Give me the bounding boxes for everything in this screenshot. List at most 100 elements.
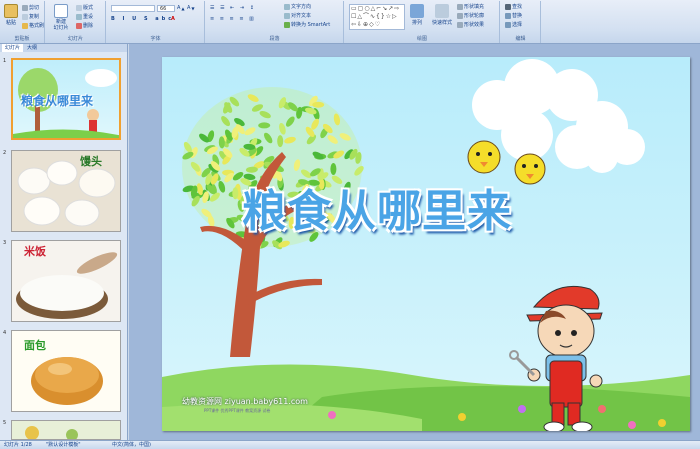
slide-title[interactable]: 粮食从哪里来 — [242, 175, 512, 239]
chick-right — [514, 153, 546, 185]
paste-icon — [4, 4, 18, 18]
current-slide[interactable]: 粮食从哪里来 幼教资源网 ziyuan.baby611.com PPT课件 优秀… — [162, 57, 690, 431]
new-slide-button[interactable]: 新建 幻灯片 — [50, 4, 72, 31]
panel-tabs: 幻灯片 大纲 — [0, 44, 127, 52]
shape-outline-button[interactable]: 形状轮廓 — [457, 12, 484, 19]
font-name-select[interactable] — [111, 5, 155, 12]
align-buttons[interactable]: ≡ ≡ ≡ ≡ ▥ — [210, 16, 256, 22]
slide-editor: 粮食从哪里来 幼教资源网 ziyuan.baby611.com PPT课件 优秀… — [129, 44, 700, 440]
theme-name: "默认设计模板" — [46, 442, 81, 448]
paragraph-group-label: 段落 — [269, 36, 280, 42]
bullets-button[interactable]: ☰ ☰ ⇤ ⇥ ↕ — [210, 5, 256, 11]
chick-left — [467, 140, 501, 174]
slide-thumbnail-row[interactable]: 3 米饭 — [0, 240, 128, 326]
slide-artwork — [162, 59, 690, 431]
slide-thumbnail-row[interactable]: 5 — [0, 420, 128, 440]
status-bar: 幻灯片 1/28 "默认设计模板" 中文(简体，中国) — [0, 440, 700, 449]
font-group-label: 字体 — [150, 36, 161, 42]
slides-panel: 幻灯片 大纲 1 粮食从哪里来 2 馒头 3 米饭 4 面包 5 — [0, 44, 128, 440]
watermark-credit: 幼教资源网 ziyuan.baby611.com — [182, 397, 308, 406]
slide-thumbnail-row[interactable]: 2 馒头 — [0, 150, 128, 236]
delete-button[interactable]: 删除 — [76, 22, 93, 29]
font-grow-button[interactable]: A ▲ — [177, 5, 185, 11]
cut-button[interactable]: 剪切 — [22, 4, 39, 11]
slide-number: 1 — [3, 58, 7, 64]
reset-button[interactable]: 重设 — [76, 13, 93, 20]
thumbnail-1-title: 粮食从哪里来 — [21, 94, 94, 108]
slide-number: 2 — [3, 150, 7, 156]
outline-icon — [457, 12, 463, 19]
thumbnail-5-art — [25, 426, 78, 439]
layout-button[interactable]: 版式 — [76, 4, 93, 11]
thumbnail-3-caption: 米饭 — [24, 245, 46, 258]
font-color-button[interactable]: A — [171, 16, 175, 22]
slides-group: 新建 幻灯片 版式 重设 删除 幻灯片 — [46, 1, 106, 43]
tab-slides[interactable]: 幻灯片 — [2, 44, 24, 52]
fill-icon — [457, 3, 463, 10]
copy-button[interactable]: 复制 — [22, 13, 39, 20]
paragraph-group: ☰ ☰ ⇤ ⇥ ↕ ≡ ≡ ≡ ≡ ▥ 文字方向 对齐文本 转换为 SmartA… — [206, 1, 344, 43]
slide-thumbnail[interactable]: 粮食从哪里来 — [11, 58, 121, 140]
select-button[interactable]: 选择 — [505, 21, 522, 28]
delete-icon — [76, 22, 82, 29]
clipboard-group-label: 剪贴板 — [14, 36, 30, 42]
ribbon: 粘贴 剪切 复制 格式刷 剪贴板 新建 幻灯片 版式 重设 删除 幻灯片 66 … — [0, 0, 700, 44]
align-text-icon — [284, 12, 290, 19]
shape-effects-button[interactable]: 形状效果 — [457, 21, 484, 28]
slide-number: 5 — [3, 420, 7, 426]
arrange-icon — [410, 4, 424, 18]
align-text-button[interactable]: 对齐文本 — [284, 12, 311, 19]
slide-number: 3 — [3, 240, 7, 246]
editing-group-label: 编辑 — [515, 36, 526, 42]
new-slide-icon — [54, 4, 68, 18]
drawing-group-label: 绘图 — [416, 36, 427, 42]
font-group: 66 A ▲ A ▼ B I U S abc A 字体 — [107, 1, 205, 43]
brush-icon — [22, 22, 28, 29]
watermark-subtext: PPT课件 优秀PPT课件 教案资源 试卷 — [204, 408, 271, 413]
slide-thumbnail-row[interactable]: 4 面包 — [0, 330, 128, 416]
slide-thumbnail[interactable]: 面包 — [11, 330, 121, 412]
reset-icon — [76, 13, 82, 20]
slide-thumbnail[interactable]: 米饭 — [11, 240, 121, 322]
paste-button[interactable]: 粘贴 — [2, 4, 20, 26]
thumbnail-2-art — [12, 151, 120, 231]
text-direction-button[interactable]: 文字方向 — [284, 3, 311, 10]
shapes-gallery[interactable]: ▭▢○△⌐↘↗⇨ ☐△⌒∿{}☆▷ ⇦⇩⊕◇♡ — [349, 4, 405, 30]
thumbnail-4-caption: 面包 — [24, 339, 46, 352]
slide-thumbnail[interactable]: 馒头 — [11, 150, 121, 232]
format-painter-button[interactable]: 格式刷 — [22, 22, 44, 29]
find-button[interactable]: 查找 — [505, 3, 522, 10]
replace-button[interactable]: 替换 — [505, 12, 522, 19]
arrange-button[interactable]: 排列 — [408, 4, 426, 26]
slides-group-label: 幻灯片 — [67, 36, 83, 42]
layout-icon — [76, 4, 82, 11]
convert-smartart-button[interactable]: 转换为 SmartArt — [284, 21, 330, 28]
clipboard-group: 粘贴 剪切 复制 格式刷 剪贴板 — [0, 1, 45, 43]
copy-icon — [22, 13, 28, 20]
text-direction-icon — [284, 3, 290, 10]
effects-icon — [457, 21, 463, 28]
slide-number: 4 — [3, 330, 7, 336]
slide-thumbnail-row[interactable]: 1 粮食从哪里来 — [0, 58, 128, 144]
drawing-group: ▭▢○△⌐↘↗⇨ ☐△⌒∿{}☆▷ ⇦⇩⊕◇♡ 排列 快速样式 形状填充 形状轮廓 … — [345, 1, 500, 43]
shape-fill-button[interactable]: 形状填充 — [457, 3, 484, 10]
quick-styles-icon — [435, 4, 449, 18]
language-indicator[interactable]: 中文(简体，中国) — [112, 441, 151, 449]
font-size-select[interactable]: 66 — [157, 5, 175, 12]
leaf — [330, 163, 337, 175]
leaf — [312, 101, 325, 108]
slide-thumbnail[interactable] — [11, 420, 121, 440]
leaf — [232, 187, 239, 200]
smartart-icon — [284, 21, 290, 28]
leaf — [277, 135, 284, 148]
editing-group: 查找 替换 选择 编辑 — [501, 1, 541, 43]
replace-icon — [505, 12, 511, 19]
slide-counter: 幻灯片 1/28 — [4, 442, 32, 448]
font-style-buttons[interactable]: B I U S abc — [111, 16, 174, 22]
quick-styles-button[interactable]: 快速样式 — [429, 4, 455, 26]
binoculars-icon — [505, 3, 511, 10]
thumbnail-2-caption: 馒头 — [80, 155, 102, 168]
cursor-icon — [505, 21, 511, 28]
font-shrink-button[interactable]: A ▼ — [187, 5, 195, 11]
tab-outline[interactable]: 大纲 — [24, 44, 40, 52]
